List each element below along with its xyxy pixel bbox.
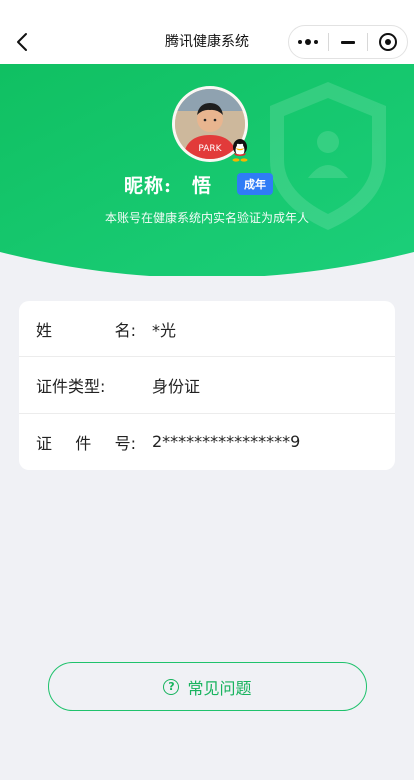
- more-button[interactable]: [289, 25, 328, 59]
- info-row-id-type: 证件类型: 身份证: [19, 357, 395, 414]
- identity-info-card: 姓 名: *光 证件类型: 身份证 证 件 号: 2**************…: [19, 301, 395, 470]
- info-row-name: 姓 名: *光: [19, 301, 395, 358]
- verification-text: 本账号在健康系统内实名验证为成年人: [104, 211, 309, 225]
- info-value-id-number: 2****************9: [152, 432, 301, 452]
- target-circle-icon: [378, 33, 397, 51]
- info-label-name: 姓 名:: [36, 320, 136, 340]
- miniprogram-capsule: [288, 25, 408, 59]
- adult-status-badge: 成年: [237, 173, 273, 195]
- info-value-id-type: 身份证: [152, 376, 201, 396]
- close-button[interactable]: [368, 25, 407, 59]
- qq-penguin-icon: [232, 139, 248, 162]
- top-navbar: 腾讯健康系统: [0, 0, 414, 64]
- minimize-icon: [341, 40, 355, 44]
- info-value-name: *光: [152, 320, 177, 340]
- faq-label: 常见问题: [187, 678, 252, 698]
- profile-header: PARK 昵称: 悟 成年 本账号在健康系统内实名验证为成年人: [0, 64, 414, 276]
- nickname: 昵称: 悟: [124, 175, 213, 197]
- info-row-id-number: 证 件 号: 2****************9: [19, 414, 395, 470]
- question-circle-icon: ?: [163, 678, 180, 695]
- info-label-id-type: 证件类型:: [36, 376, 106, 396]
- more-dots-icon: [298, 39, 319, 45]
- minimize-button[interactable]: [329, 25, 368, 59]
- svg-text:PARK: PARK: [198, 144, 222, 154]
- info-label-id-number: 证 件 号:: [36, 433, 136, 453]
- faq-button[interactable]: ? 常见问题: [48, 662, 367, 711]
